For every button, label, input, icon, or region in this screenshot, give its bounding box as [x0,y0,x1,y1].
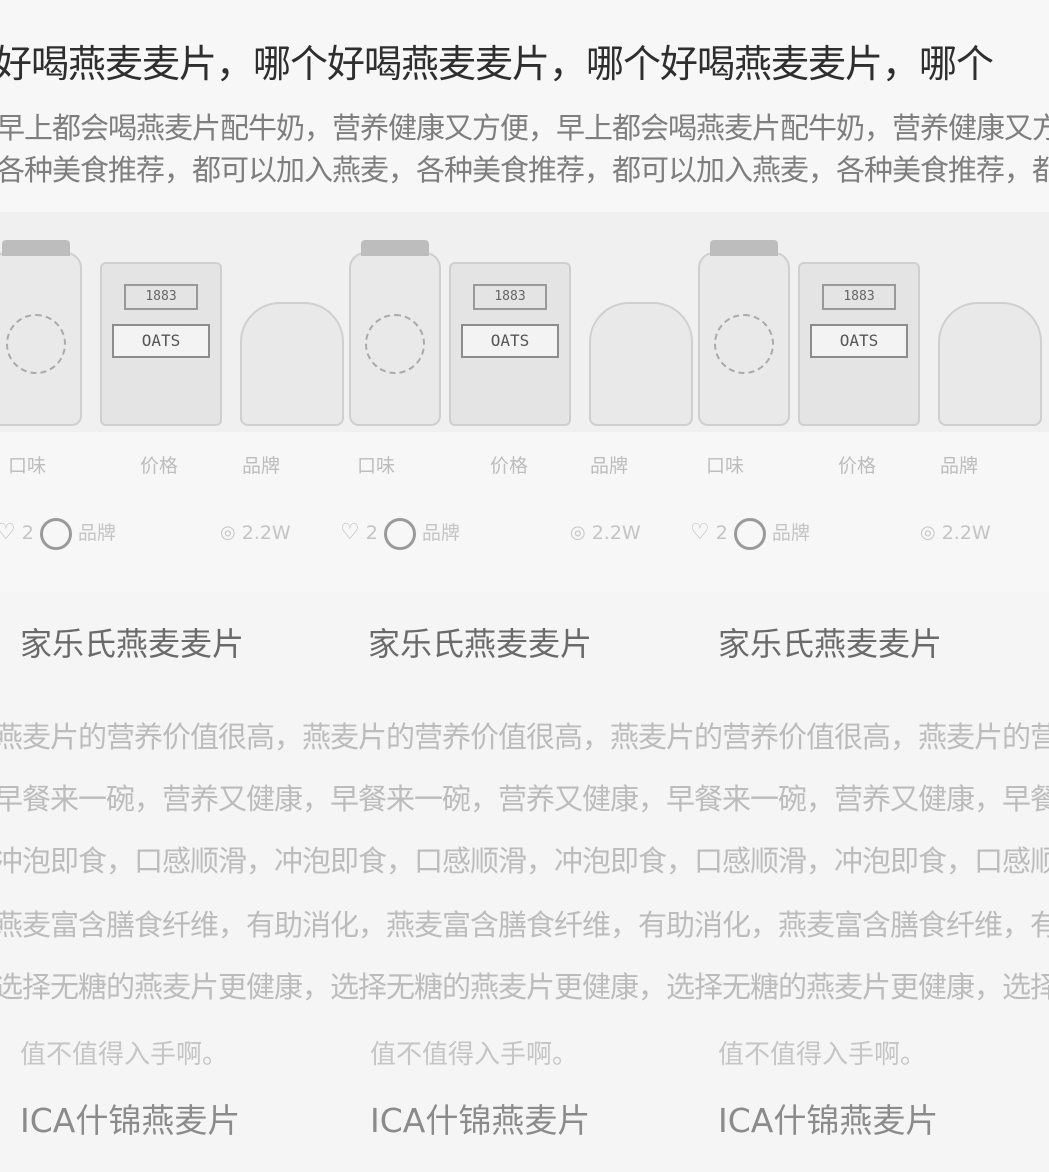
views-group: ◎ 2.2W [920,516,991,550]
like-count: 2 [715,522,728,544]
list-body-line: 冲泡即食，口感顺滑，冲泡即食，口感顺滑，冲泡即食，口感顺滑，冲泡即食，口感顺滑，… [0,844,1049,878]
list-short-line: 值不值得入手啊。 [370,1040,579,1070]
author-avatar-icon[interactable] [383,518,416,550]
author-name[interactable]: 品牌 [422,516,460,550]
like-count: 2 [365,522,378,544]
article-desc-line: 各种美食推荐，都可以加入燕麦，各种美食推荐，都可以加入燕麦，各种美食推荐，都可以 [0,153,1049,187]
list-body-line: 燕麦片的营养价值很高，燕麦片的营养价值很高，燕麦片的营养价值很高，燕麦片的营养价… [0,720,1049,754]
list-item-title[interactable]: 家乐氏燕麦麦片 [368,622,592,666]
meta-label: 口味 [357,455,396,477]
box-main-label: OATS [112,324,210,358]
oat-box-image: 1883 OATS [100,262,222,426]
box-top-label: 1883 [822,284,896,310]
views-count: 2.2W [591,522,641,544]
article-title[interactable]: 好喝燕麦麦片，哪个好喝燕麦麦片，哪个好喝燕麦麦片，哪个 [0,40,1049,88]
list-item-title[interactable]: ICA什锦燕麦片 [370,1098,590,1144]
meta-label: 价格 [140,455,179,477]
views-icon: ◎ [920,522,936,543]
oat-jar-image [0,240,82,426]
oat-jar-image [698,240,790,426]
box-main-label: OATS [810,324,908,358]
oat-box-image: 1883 OATS [449,262,571,426]
like-icon[interactable]: ♡ [690,516,710,550]
meta-label: 口味 [8,455,47,477]
meta-label: 价格 [838,455,877,477]
meta-label: 品牌 [242,455,281,477]
oat-bag-image [938,302,1042,426]
page: 好喝燕麦麦片，哪个好喝燕麦麦片，哪个好喝燕麦麦片，哪个 早上都会喝燕麦片配牛奶，… [0,0,1049,1172]
stats-group: ♡ 2 品牌 [690,516,810,550]
like-icon[interactable]: ♡ [0,516,16,550]
list-body-line: 早餐来一碗，营养又健康，早餐来一碗，营养又健康，早餐来一碗，营养又健康，早餐来一… [0,782,1049,816]
author-name[interactable]: 品牌 [78,516,116,550]
box-top-label: 1883 [473,284,547,310]
meta-label: 品牌 [940,455,979,477]
box-main-label: OATS [461,324,559,358]
list-item-title[interactable]: ICA什锦燕麦片 [20,1098,240,1144]
author-name[interactable]: 品牌 [772,516,810,550]
stats-group: ♡ 2 品牌 [340,516,460,550]
box-top-label: 1883 [124,284,198,310]
views-group: ◎ 2.2W [220,516,291,550]
views-count: 2.2W [241,522,291,544]
views-icon: ◎ [570,522,586,543]
list-item-title[interactable]: ICA什锦燕麦片 [718,1098,938,1144]
meta-label: 口味 [706,455,745,477]
views-icon: ◎ [220,522,236,543]
author-avatar-icon[interactable] [733,518,766,550]
product-image-tile[interactable]: 1883 OATS [698,212,1047,432]
list-item-title[interactable]: 家乐氏燕麦麦片 [718,622,942,666]
views-count: 2.2W [941,522,991,544]
like-icon[interactable]: ♡ [340,516,360,550]
views-group: ◎ 2.2W [570,516,641,550]
author-avatar-icon[interactable] [39,518,72,550]
stats-group: ♡ 2 品牌 [0,516,116,550]
list-short-line: 值不值得入手啊。 [20,1040,229,1070]
oat-box-image: 1883 OATS [798,262,920,426]
product-image-tile[interactable]: 1883 OATS [349,212,698,432]
product-image-tile[interactable]: 1883 OATS [0,212,349,432]
article-card[interactable]: 好喝燕麦麦片，哪个好喝燕麦麦片，哪个好喝燕麦麦片，哪个 早上都会喝燕麦片配牛奶，… [0,0,1049,592]
oat-bag-image [240,302,344,426]
list-short-line: 值不值得入手啊。 [718,1040,927,1070]
meta-label: 品牌 [590,455,629,477]
list-body-line: 燕麦富含膳食纤维，有助消化，燕麦富含膳食纤维，有助消化，燕麦富含膳食纤维，有助消… [0,908,1049,942]
product-image-row[interactable]: 1883 OATS 1883 OATS 1883 OATS [0,212,1049,432]
meta-label: 价格 [490,455,529,477]
article-desc-line: 早上都会喝燕麦片配牛奶，营养健康又方便，早上都会喝燕麦片配牛奶，营养健康又方便，… [0,111,1049,145]
list-item-title[interactable]: 家乐氏燕麦麦片 [20,622,244,666]
list-body-line: 选择无糖的燕麦片更健康，选择无糖的燕麦片更健康，选择无糖的燕麦片更健康，选择无糖 [0,970,1049,1004]
oat-bag-image [589,302,693,426]
like-count: 2 [21,522,34,544]
oat-jar-image [349,240,441,426]
